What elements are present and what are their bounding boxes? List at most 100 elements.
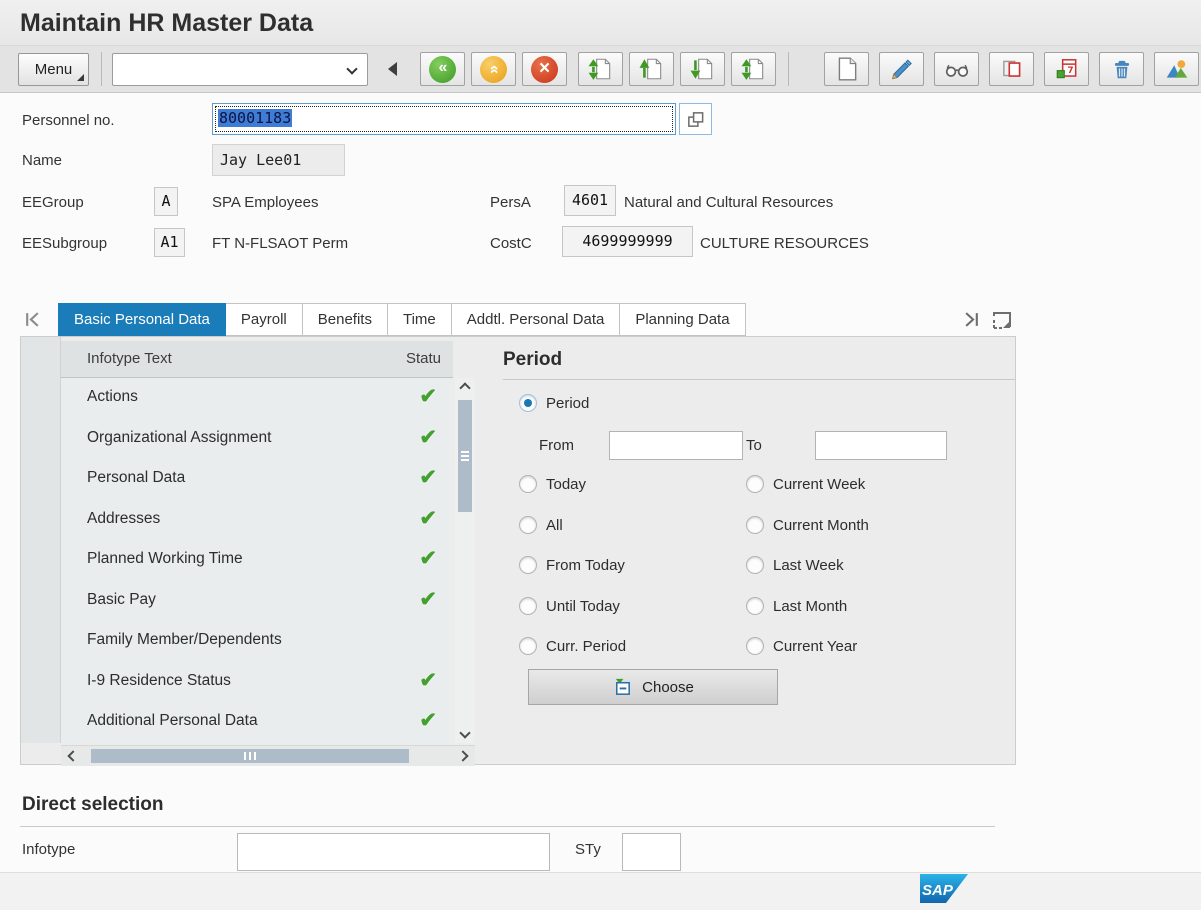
tab-basic-personal-data[interactable]: Basic Personal Data [58, 303, 226, 336]
from-date-input[interactable] [609, 431, 743, 460]
table-row[interactable]: Personal Data✔ [61, 459, 453, 500]
exit-icon: « [480, 56, 507, 83]
name-field: Jay Lee01 [212, 144, 345, 176]
personnel-no-input[interactable]: 80001183 [212, 103, 676, 135]
personnel-no-label: Personnel no. [22, 112, 115, 129]
table-row[interactable]: Additional Personal Data✔ [61, 702, 453, 743]
to-date-input[interactable] [815, 431, 947, 460]
radio-last-month[interactable] [746, 597, 764, 615]
vertical-scrollbar[interactable] [455, 378, 475, 743]
expand-fullscreen-icon[interactable] [992, 311, 1012, 335]
create-button[interactable] [824, 52, 869, 86]
radio-label: Current Week [773, 476, 865, 493]
table-row[interactable]: Family Member/Dependents [61, 621, 453, 662]
infotype-table-body: Actions✔Organizational Assignment✔Person… [61, 378, 453, 743]
next-record-button[interactable] [680, 52, 725, 86]
exit-button[interactable]: « [471, 52, 516, 86]
collapse-toolbar-icon[interactable] [388, 62, 397, 76]
table-row[interactable]: Addresses✔ [61, 500, 453, 541]
table-row[interactable]: I-9 Residence Status✔ [61, 662, 453, 703]
chevron-down-icon[interactable] [346, 63, 357, 74]
radio-label: Current Year [773, 638, 857, 655]
overview-mountains-icon [1164, 56, 1190, 82]
sty-input[interactable] [622, 833, 681, 871]
row-selector-column[interactable] [21, 337, 61, 743]
tab-addtl-personal-data[interactable]: Addtl. Personal Data [452, 303, 621, 336]
radio-all[interactable] [519, 516, 537, 534]
status-check-icon: ✔ [419, 465, 437, 490]
radio-curr-period[interactable] [519, 637, 537, 655]
persa-text: Natural and Cultural Resources [624, 194, 833, 211]
column-header-status[interactable]: Statu [406, 350, 441, 367]
radio-current-month[interactable] [746, 516, 764, 534]
scroll-up-icon[interactable] [461, 384, 469, 392]
first-record-button[interactable] [578, 52, 623, 86]
infotype-table-header: Infotype Text Statu [61, 341, 453, 378]
previous-record-button[interactable] [629, 52, 674, 86]
back-button[interactable]: « [420, 52, 465, 86]
scroll-tabs-right-icon[interactable] [963, 311, 980, 333]
delete-button[interactable] [1099, 52, 1144, 86]
status-check-icon: ✔ [419, 708, 437, 733]
command-input[interactable] [117, 57, 337, 82]
scroll-down-icon[interactable] [461, 729, 469, 737]
cancel-icon: × [531, 56, 558, 83]
basic-personal-data-panel: Infotype Text Statu Actions✔Organization… [20, 336, 1016, 765]
horizontal-scrollbar-thumb[interactable] [91, 749, 409, 763]
infotype-input[interactable] [237, 833, 550, 871]
radio-until-today[interactable] [519, 597, 537, 615]
name-label: Name [22, 152, 62, 169]
status-check-icon: ✔ [419, 587, 437, 612]
tab-time[interactable]: Time [388, 303, 452, 336]
horizontal-scrollbar[interactable] [61, 745, 475, 766]
overview-button[interactable] [1154, 52, 1199, 86]
costc-value[interactable]: 4699999999 [562, 226, 693, 257]
direct-selection-heading: Direct selection [22, 794, 164, 816]
scroll-right-icon[interactable] [459, 752, 467, 760]
radio-last-week[interactable] [746, 556, 764, 574]
radio-period[interactable] [519, 394, 537, 412]
next-record-icon [690, 56, 716, 82]
persa-value[interactable]: 4601 [564, 185, 616, 216]
radio-today[interactable] [519, 475, 537, 493]
delimit-button[interactable]: 7 [1044, 52, 1089, 86]
sap-logo: SAP [920, 874, 968, 903]
eesubgroup-value[interactable]: A1 [154, 228, 185, 257]
radio-period-label: Period [546, 395, 589, 412]
back-icon: « [429, 56, 456, 83]
radio-label: Until Today [546, 598, 620, 615]
possible-entries-button[interactable] [679, 103, 712, 135]
infotype-text: Planned Working Time [87, 550, 243, 568]
table-row[interactable]: Planned Working Time✔ [61, 540, 453, 581]
eegroup-value[interactable]: A [154, 187, 178, 216]
change-button[interactable] [879, 52, 924, 86]
scroll-left-icon[interactable] [69, 752, 77, 760]
radio-label: Curr. Period [546, 638, 626, 655]
radio-current-year[interactable] [746, 637, 764, 655]
last-record-button[interactable] [731, 52, 776, 86]
radio-from-today[interactable] [519, 556, 537, 574]
tab-benefits[interactable]: Benefits [303, 303, 388, 336]
vertical-scrollbar-thumb[interactable] [458, 400, 472, 512]
choose-button[interactable]: Choose [528, 669, 778, 705]
radio-current-week[interactable] [746, 475, 764, 493]
copy-button[interactable] [989, 52, 1034, 86]
tab-planning-data[interactable]: Planning Data [620, 303, 745, 336]
menu-button[interactable]: Menu [18, 53, 89, 86]
first-record-icon [588, 56, 614, 82]
status-check-icon: ✔ [419, 506, 437, 531]
possible-entries-icon [686, 110, 705, 129]
table-row[interactable]: Basic Pay✔ [61, 581, 453, 622]
status-check-icon: ✔ [419, 425, 437, 450]
column-header-infotype-text[interactable]: Infotype Text [87, 350, 172, 367]
choose-icon [612, 677, 633, 698]
cancel-button[interactable]: × [522, 52, 567, 86]
table-row[interactable]: Organizational Assignment ✔ [61, 419, 453, 460]
infotype-text: Organizational Assignment [87, 429, 271, 447]
command-field[interactable] [112, 53, 368, 86]
scroll-tabs-left-icon[interactable] [24, 311, 41, 333]
table-row[interactable]: Actions✔ [61, 378, 453, 419]
display-button[interactable] [934, 52, 979, 86]
tab-payroll[interactable]: Payroll [226, 303, 303, 336]
menu-button-label: Menu [35, 61, 73, 78]
